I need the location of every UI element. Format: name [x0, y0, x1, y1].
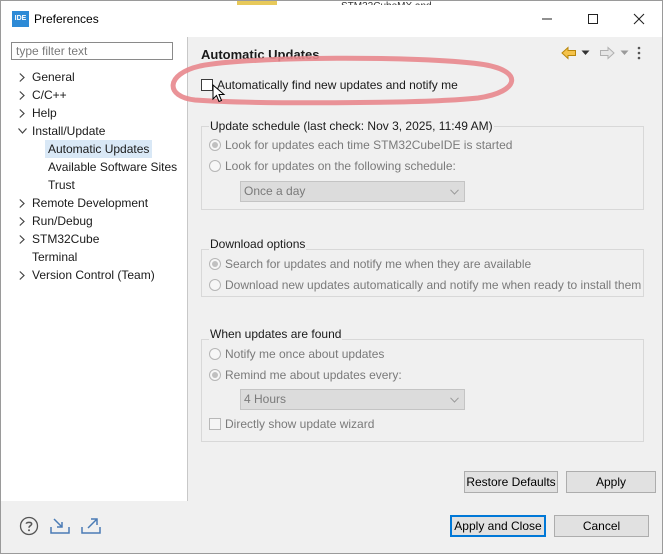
chevron-right-icon[interactable] [17, 104, 27, 122]
preference-page: Automatic Updates Automatically find new… [188, 37, 662, 501]
page-title: Automatic Updates [201, 47, 320, 62]
schedule-periodic-radio[interactable] [209, 160, 221, 172]
tree-item[interactable]: Trust [48, 176, 75, 194]
title-bar: STM32CubeMX and IDE Preferences [1, 1, 662, 37]
minimize-icon [542, 18, 552, 20]
cancel-button[interactable]: Cancel [554, 515, 649, 537]
notify-once-label[interactable]: Notify me once about updates [225, 347, 384, 361]
tree-item[interactable]: Version Control (Team) [32, 266, 155, 284]
schedule-periodic-label[interactable]: Look for updates on the following schedu… [225, 159, 456, 173]
tree-item[interactable]: Install/Update [32, 122, 105, 140]
mouse-cursor-icon [212, 84, 226, 103]
tree-item[interactable]: STM32Cube [32, 230, 99, 248]
forward-button[interactable] [599, 45, 615, 61]
remind-interval-select[interactable]: 4 Hours [240, 389, 465, 410]
view-menu-button[interactable] [637, 45, 641, 61]
schedule-select[interactable]: Once a day [240, 181, 465, 202]
schedule-startup-label[interactable]: Look for updates each time STM32CubeIDE … [225, 138, 512, 152]
filter-input[interactable] [11, 42, 173, 60]
tree-item[interactable]: Help [32, 104, 57, 122]
background-window-fragment [237, 1, 277, 5]
download-notify-radio[interactable] [209, 258, 221, 270]
download-notify-label[interactable]: Search for updates and notify me when th… [225, 257, 531, 271]
chevron-right-icon[interactable] [17, 86, 27, 104]
download-auto-label[interactable]: Download new updates automatically and n… [225, 278, 641, 292]
remind-every-label[interactable]: Remind me about updates every: [225, 368, 402, 382]
forward-arrow-icon [600, 46, 615, 60]
close-icon [633, 13, 645, 25]
download-auto-radio[interactable] [209, 279, 221, 291]
chevron-down-icon [450, 390, 459, 409]
remind-every-radio[interactable] [209, 369, 221, 381]
import-button[interactable] [49, 515, 71, 537]
chevron-right-icon[interactable] [17, 266, 27, 284]
notify-once-radio[interactable] [209, 348, 221, 360]
dialog-footer: Apply and Close Cancel [1, 501, 662, 553]
maximize-button[interactable] [570, 1, 616, 37]
tree-item[interactable]: Run/Debug [32, 212, 93, 230]
apply-and-close-button[interactable]: Apply and Close [450, 515, 546, 537]
auto-find-updates-label[interactable]: Automatically find new updates and notif… [217, 78, 458, 92]
chevron-down-icon [450, 182, 459, 201]
chevron-down-icon [620, 50, 629, 55]
tree-item[interactable]: Remote Development [32, 194, 148, 212]
download-options-title: Download options [209, 237, 307, 251]
background-text-fragment: STM32CubeMX and [341, 1, 481, 5]
schedule-startup-radio[interactable] [209, 139, 221, 151]
chevron-down-icon[interactable] [17, 122, 27, 140]
remind-interval-value: 4 Hours [244, 392, 287, 406]
tree-item[interactable]: Terminal [32, 248, 77, 266]
close-button[interactable] [616, 1, 662, 37]
tree-item[interactable]: General [32, 68, 75, 86]
more-vertical-icon [637, 46, 641, 60]
chevron-right-icon[interactable] [17, 194, 27, 212]
show-wizard-label[interactable]: Directly show update wizard [225, 417, 374, 431]
maximize-icon [588, 14, 598, 24]
export-button[interactable] [80, 515, 102, 537]
restore-defaults-button[interactable]: Restore Defaults [464, 471, 558, 493]
app-icon: IDE [12, 11, 29, 27]
chevron-right-icon[interactable] [17, 68, 27, 86]
show-wizard-checkbox[interactable] [209, 418, 221, 430]
import-icon [50, 518, 70, 534]
update-schedule-title: Update schedule (last check: Nov 3, 2025… [209, 119, 494, 133]
back-button[interactable] [561, 45, 577, 61]
chevron-down-icon [581, 50, 590, 55]
tree-item[interactable]: Automatic Updates [45, 140, 153, 158]
updates-found-title: When updates are found [209, 327, 343, 341]
help-icon [19, 516, 39, 536]
export-icon [81, 518, 101, 534]
chevron-right-icon[interactable] [17, 212, 27, 230]
tree-item[interactable]: Available Software Sites [48, 158, 177, 176]
window-title: Preferences [34, 12, 99, 26]
preferences-window: STM32CubeMX and IDE Preferences GeneralC… [0, 0, 663, 554]
schedule-select-value: Once a day [244, 184, 306, 198]
apply-button[interactable]: Apply [566, 471, 656, 493]
preferences-tree-panel: GeneralC/C++HelpInstall/UpdateAutomatic … [1, 37, 188, 501]
chevron-right-icon[interactable] [17, 230, 27, 248]
tree-item[interactable]: C/C++ [32, 86, 67, 104]
back-arrow-icon [561, 46, 576, 60]
forward-menu-button[interactable] [620, 45, 629, 61]
back-menu-button[interactable] [581, 45, 590, 61]
help-button[interactable] [18, 515, 40, 537]
minimize-button[interactable] [524, 1, 570, 37]
